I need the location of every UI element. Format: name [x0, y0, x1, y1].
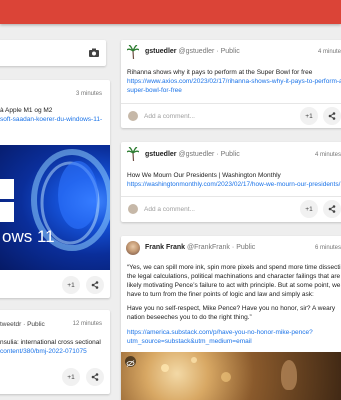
pence-article-image[interactable]: [121, 352, 341, 400]
comment-input[interactable]: Add a comment...: [144, 206, 195, 213]
post-text-line: nation beseeches you to do the right thi…: [127, 314, 252, 321]
plus-one-button[interactable]: +1: [62, 276, 80, 294]
post-link[interactable]: soft-saadan-koerer-du-windows-11-: [0, 115, 102, 124]
compose-card[interactable]: [0, 40, 106, 66]
plus-one-button[interactable]: +1: [300, 107, 318, 125]
display-name[interactable]: gstuedler: [145, 151, 177, 158]
plus-one-button[interactable]: +1: [62, 368, 80, 386]
post-link[interactable]: content/380/bmj-2022-071075: [0, 347, 87, 356]
post-text: Rihanna shows why it pays to perform at …: [127, 69, 313, 76]
share-button[interactable]: [86, 368, 104, 386]
post-link[interactable]: https://america.substack.com/p/have-you-…: [127, 328, 313, 337]
post-author: tweetdr · Public: [0, 321, 45, 328]
divider: [121, 103, 341, 104]
palm-tree-avatar-icon[interactable]: [127, 45, 139, 59]
handle[interactable]: @FrankFrank: [187, 244, 230, 251]
post-timestamp: 4 minute: [317, 49, 341, 55]
post-text-line: Have you no self-respect, Mike Pence? Ha…: [127, 305, 336, 312]
post-author: gstuedler @gstuedler · Public: [145, 151, 240, 158]
display-name[interactable]: Frank Frank: [145, 244, 185, 251]
windows-11-text: ows 11: [2, 227, 55, 246]
palm-tree-avatar-icon[interactable]: [127, 147, 139, 161]
display-name[interactable]: gstuedler: [145, 48, 177, 55]
post-text: nsulia: international cross sectional: [0, 339, 101, 346]
post-timestamp: 6 minutes: [314, 245, 341, 251]
post-text: à Apple M1 og M2: [0, 107, 53, 114]
user-avatar: [128, 204, 138, 214]
share-button[interactable]: [86, 276, 104, 294]
post-link-cont[interactable]: utm_source=substack&utm_medium=email: [127, 337, 252, 346]
divider: [121, 196, 341, 197]
windows-11-image[interactable]: ows 11: [0, 145, 110, 270]
visibility: Public: [220, 48, 240, 55]
share-icon: [91, 281, 99, 289]
bloom-graphic: [0, 149, 110, 251]
eye-off-icon[interactable]: [125, 356, 136, 367]
handle[interactable]: @gstuedler: [178, 48, 214, 55]
post-author: Frank Frank @FrankFrank · Public: [145, 244, 256, 251]
share-icon: [328, 205, 336, 213]
post-card-pence: Frank Frank @FrankFrank · Public 6 minut…: [121, 236, 341, 400]
post-card-presidents: gstuedler @gstuedler · Public 4 minutes …: [121, 142, 341, 222]
post-text: How We Mourn Our Presidents | Washington…: [127, 172, 281, 179]
top-app-bar: [0, 0, 341, 24]
post-text-line: “Yes, we can spill more ink, spin more p…: [127, 264, 341, 271]
post-timestamp: 12 minutes: [72, 321, 102, 327]
post-card-rihanna: gstuedler @gstuedler · Public 4 minute R…: [121, 40, 341, 128]
plus-one-button[interactable]: +1: [300, 200, 318, 218]
frank-avatar[interactable]: [126, 241, 140, 255]
post-author: gstuedler @gstuedler · Public: [145, 48, 240, 55]
handle[interactable]: @gstuedler: [178, 151, 214, 158]
visibility: Public: [220, 151, 240, 158]
post-card-tweetdr: tweetdr · Public 12 minutes nsulia: inte…: [0, 310, 110, 394]
post-link[interactable]: https://washingtonmonthly.com/2023/02/17…: [127, 180, 340, 189]
post-text-line: likely motivating Pence’s failure to act…: [127, 282, 341, 289]
comment-input[interactable]: Add a comment...: [144, 113, 195, 120]
post-timestamp: 4 minutes: [314, 152, 341, 158]
share-icon: [328, 112, 336, 120]
post-timestamp: 3 minutes: [75, 91, 102, 97]
share-button[interactable]: [323, 107, 341, 125]
share-icon: [91, 373, 99, 381]
post-text-line: have to turn from the finer points of lo…: [127, 291, 314, 298]
share-button[interactable]: [323, 200, 341, 218]
post-link-cont[interactable]: super-bowl-for-free: [127, 86, 182, 95]
post-text-line: the legal calculations, political machin…: [127, 273, 341, 280]
camera-icon[interactable]: [89, 48, 99, 57]
user-avatar: [128, 111, 138, 121]
visibility: Public: [236, 244, 256, 251]
post-link[interactable]: https://www.axios.com/2023/02/17/rihanna…: [127, 77, 341, 86]
